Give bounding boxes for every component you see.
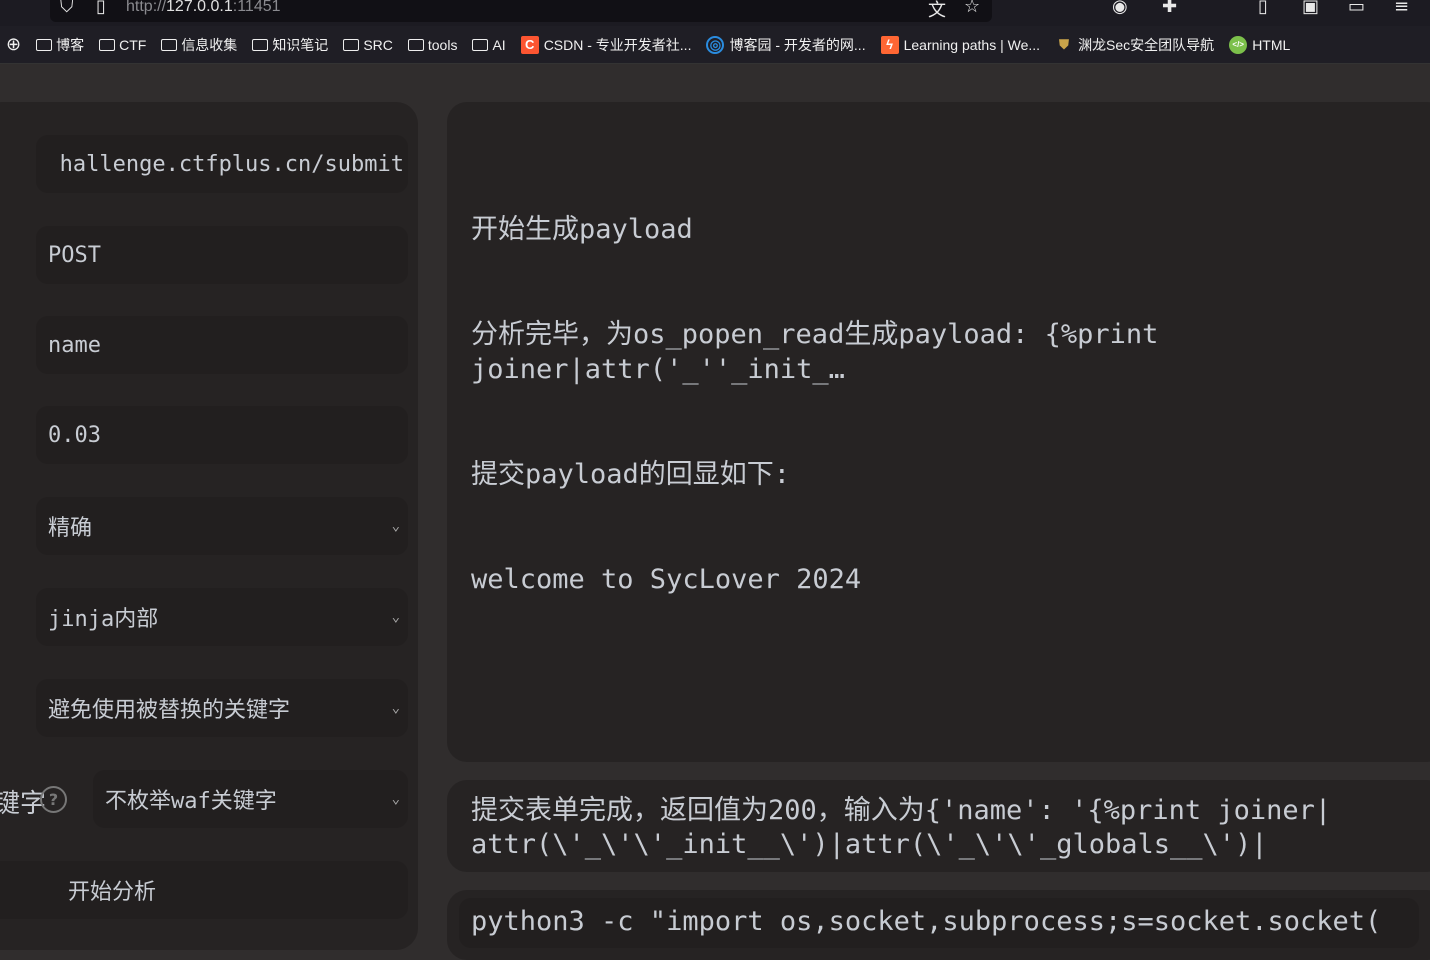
bookmark-folder[interactable]: CTF bbox=[99, 37, 146, 53]
download-icon[interactable]: ▣ bbox=[1302, 0, 1319, 17]
param-value: name bbox=[48, 332, 101, 358]
bookmark-link[interactable]: </> HTML bbox=[1229, 35, 1291, 54]
help-icon[interactable]: ? bbox=[40, 786, 67, 813]
bookmark-label: CTF bbox=[119, 36, 147, 53]
output-line: 分析完毕，为os_popen_read生成payload: {%print jo… bbox=[471, 319, 1175, 385]
translate-icon[interactable]: 文 bbox=[928, 0, 946, 22]
library-icon[interactable]: ▭ bbox=[1348, 0, 1365, 17]
url-port: :11451 bbox=[232, 0, 281, 15]
log-panel: 提交表单完成，返回值为200，输入为{'name': '{%print join… bbox=[447, 780, 1430, 872]
waf-label: 键字 bbox=[0, 789, 47, 819]
extensions-icon[interactable]: ✚ bbox=[1162, 0, 1177, 17]
folder-icon bbox=[472, 38, 489, 51]
chevron-down-icon: ⌄ bbox=[391, 609, 400, 625]
mode-select[interactable]: 精确 ⌄ bbox=[36, 497, 408, 555]
output-line: welcome to SycLover 2024 bbox=[471, 564, 862, 595]
folder-icon bbox=[36, 38, 53, 51]
method-value: POST bbox=[48, 242, 101, 268]
folder-icon bbox=[99, 38, 116, 51]
bookmark-label: 博客园 - 开发者的网... bbox=[729, 36, 866, 53]
bookmark-link[interactable]: C CSDN - 专业开发者社... bbox=[520, 35, 692, 55]
interval-input[interactable]: 0.03 bbox=[36, 406, 408, 464]
cnblogs-icon: ◎ bbox=[706, 35, 725, 54]
chevron-down-icon: ⌄ bbox=[391, 791, 400, 807]
command-text: python3 -c "import os,socket,subprocess;… bbox=[471, 906, 1382, 937]
shield-icon[interactable]: ⛉ bbox=[60, 0, 74, 17]
bookmark-label: tools bbox=[427, 36, 458, 53]
bookmark-folder[interactable]: AI bbox=[472, 36, 506, 53]
dragon-icon: ⛊ bbox=[1059, 36, 1069, 52]
waf-value: 不枚举waf关键字 bbox=[105, 789, 277, 814]
url-value: hallenge.ctfplus.cn/submit bbox=[59, 151, 404, 177]
globe-icon[interactable]: ⊕ bbox=[6, 34, 21, 55]
command-panel: python3 -c "import os,socket,subprocess;… bbox=[447, 890, 1430, 960]
menu-icon[interactable]: ≡ bbox=[1394, 0, 1409, 17]
folder-icon bbox=[161, 38, 178, 51]
bookmark-link[interactable]: ◎ 博客园 - 开发者的网... bbox=[706, 35, 866, 55]
mode-value: 精确 bbox=[48, 516, 93, 541]
output-line: 开始生成payload bbox=[471, 214, 693, 245]
method-input[interactable]: POST bbox=[36, 226, 408, 284]
csdn-icon: C bbox=[520, 35, 539, 54]
param-input[interactable]: name bbox=[36, 316, 408, 374]
waf-select[interactable]: 不枚举waf关键字 ⌄ bbox=[93, 770, 408, 828]
bookmark-label: 博客 bbox=[56, 36, 85, 53]
url-input[interactable]: hallenge.ctfplus.cn/submit bbox=[36, 135, 408, 193]
eval-method-value: jinja内部 bbox=[48, 607, 159, 632]
bookmark-label: CSDN - 专业开发者社... bbox=[543, 36, 692, 53]
bookmark-label: AI bbox=[492, 36, 506, 53]
bookmark-folder[interactable]: tools bbox=[407, 36, 458, 53]
output-panel: 开始生成payload 分析完毕，为os_popen_read生成payload… bbox=[447, 102, 1430, 762]
star-icon[interactable]: ☆ bbox=[964, 0, 980, 17]
interval-value: 0.03 bbox=[48, 422, 101, 448]
folder-icon bbox=[252, 38, 269, 51]
bookmark-folder[interactable]: 知识笔记 bbox=[252, 35, 328, 55]
bookmark-label: 渊龙Sec安全团队导航 bbox=[1078, 36, 1215, 53]
bookmark-label: 信息收集 bbox=[181, 36, 238, 53]
html-icon: </> bbox=[1229, 35, 1248, 54]
bookmark-folder[interactable]: 博客 bbox=[36, 35, 84, 55]
chevron-down-icon: ⌄ bbox=[391, 518, 400, 534]
output-text: 开始生成payload 分析完毕，为os_popen_read生成payload… bbox=[447, 102, 1327, 667]
chevron-down-icon: ⌄ bbox=[391, 700, 400, 716]
log-text: 提交表单完成，返回值为200，输入为{'name': '{%print join… bbox=[471, 795, 1332, 860]
replace-option-value: 避免使用被替换的关键字 bbox=[48, 698, 291, 723]
bookmark-label: Learning paths | We... bbox=[903, 36, 1041, 53]
url-prefix: http:// bbox=[126, 0, 167, 15]
start-analysis-button[interactable]: 开始分析 bbox=[0, 861, 408, 919]
bookmark-label: HTML bbox=[1252, 36, 1291, 53]
bookmarks-bar: ⊕ 博客 CTF 信息收集 知识笔记 SRC tools AI C CSDN - … bbox=[0, 26, 1430, 64]
bookmark-label: SRC bbox=[363, 36, 393, 53]
browser-toolbar: http://127.0.0.1:11451 ⛉ ▯ 文 ☆ ◉ ✚ ▯ ▣ ▭… bbox=[0, 0, 1430, 26]
folder-icon bbox=[343, 38, 360, 51]
bookmark-link[interactable]: ϟ Learning paths | We... bbox=[880, 35, 1041, 54]
address-bar[interactable]: http://127.0.0.1:11451 bbox=[50, 0, 992, 22]
url-host: 127.0.0.1 bbox=[166, 0, 233, 15]
start-analysis-label: 开始分析 bbox=[68, 880, 157, 905]
replace-option-select[interactable]: 避免使用被替换的关键字 ⌄ bbox=[36, 679, 408, 737]
page-icon: ▯ bbox=[96, 0, 106, 17]
output-line: 提交payload的回显如下: bbox=[471, 459, 791, 490]
folder-icon bbox=[407, 38, 424, 51]
portswigger-icon: ϟ bbox=[880, 35, 899, 54]
account-icon[interactable]: ◉ bbox=[1112, 0, 1128, 17]
bookmark-folder[interactable]: 信息收集 bbox=[161, 35, 237, 55]
eval-method-select[interactable]: jinja内部 ⌄ bbox=[36, 588, 408, 646]
sidebar-icon[interactable]: ▯ bbox=[1258, 0, 1268, 17]
command-box[interactable]: python3 -c "import os,socket,subprocess;… bbox=[459, 898, 1419, 948]
bookmark-folder[interactable]: SRC bbox=[343, 37, 393, 53]
bookmark-link[interactable]: ⛊ 渊龙Sec安全团队导航 bbox=[1055, 35, 1214, 55]
bookmark-label: 知识笔记 bbox=[272, 36, 329, 53]
